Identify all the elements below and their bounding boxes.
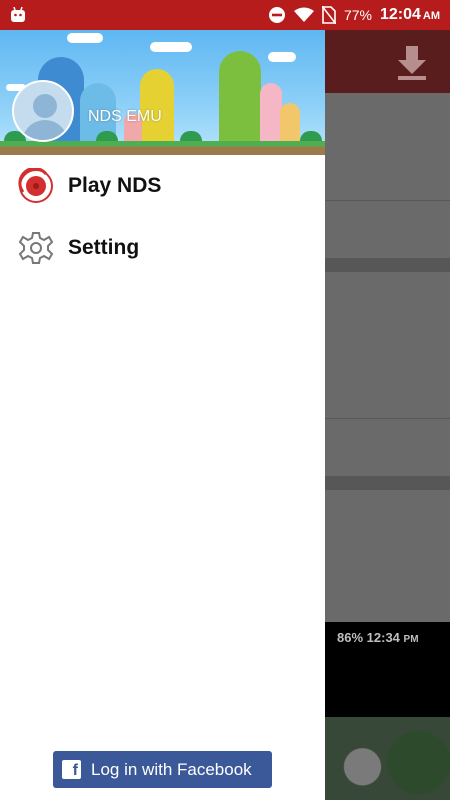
menu-item-setting[interactable]: Setting (0, 217, 325, 279)
background-game-preview: 86% 12:34 PM (325, 622, 450, 800)
clock-ampm: AM (422, 10, 440, 22)
clock-time: 12:04 (379, 6, 421, 23)
preview-status: 86% 12:34 PM (337, 630, 419, 645)
preview-time: 12:34 (366, 630, 400, 645)
do-not-disturb-icon (268, 6, 286, 24)
cloud-decoration (268, 52, 296, 62)
avatar[interactable] (12, 80, 74, 142)
menu-item-label: Setting (68, 236, 140, 259)
wifi-icon (293, 7, 314, 23)
facebook-login-label: Log in with Facebook (91, 760, 252, 779)
navigation-drawer: NDS EMU Play NDS Setting f Log in with F… (0, 30, 325, 800)
android-debug-icon (10, 7, 26, 23)
cloud-decoration (150, 42, 192, 52)
facebook-icon: f (62, 760, 81, 779)
battery-percent: 77% (343, 7, 372, 23)
avatar-head (33, 94, 57, 118)
cloud-decoration (67, 33, 103, 43)
download-icon[interactable] (394, 44, 430, 80)
hill-decoration (260, 83, 282, 147)
gear-icon (18, 230, 54, 266)
preview-battery-percent: 86% (337, 630, 364, 645)
status-bar: 77% 12:04 AM (0, 0, 450, 30)
no-sim-icon (321, 6, 336, 24)
facebook-login-button[interactable]: f Log in with Facebook (53, 751, 272, 788)
menu-item-label: Play NDS (68, 174, 162, 197)
avatar-body (22, 120, 68, 140)
preview-ampm: PM (403, 634, 419, 645)
drawer-username: NDS EMU (88, 108, 162, 125)
menu-item-play-nds[interactable]: Play NDS (0, 155, 325, 217)
game-artwork (325, 717, 450, 800)
clock: 12:04 AM (380, 6, 440, 24)
ground-decoration (0, 141, 325, 155)
play-disc-icon (18, 168, 54, 204)
drawer-header: NDS EMU (0, 30, 325, 155)
hill-decoration (219, 51, 261, 147)
